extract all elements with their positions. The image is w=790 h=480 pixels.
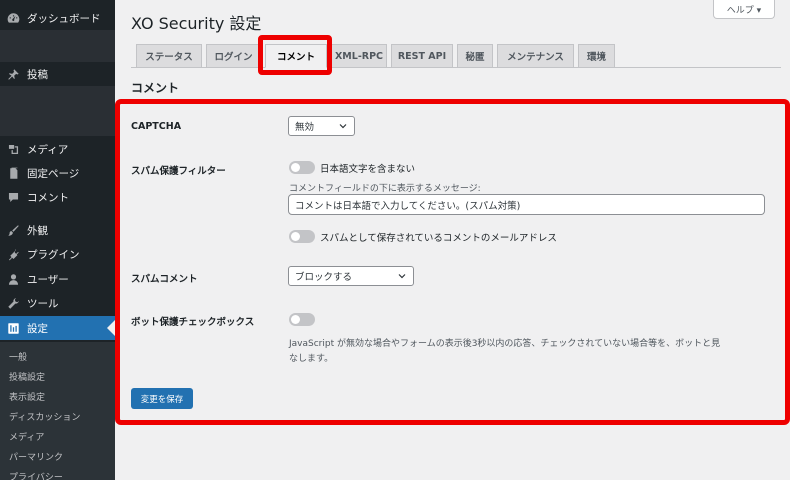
chevron-down-icon xyxy=(398,274,406,279)
bot-description-line2: なします。 xyxy=(289,354,334,364)
sidebar-item-appearance[interactable]: 外観 xyxy=(0,218,115,242)
sidebar-item-pages[interactable]: 固定ページ xyxy=(0,161,115,185)
submenu-media[interactable]: メディア xyxy=(9,430,44,443)
sidebar-item-label: ユーザー xyxy=(27,273,69,286)
sidebar-item-label: プラグイン xyxy=(27,248,80,261)
submenu-discussion[interactable]: ディスカッション xyxy=(9,410,80,423)
media-icon xyxy=(6,142,20,156)
tab-highlight-box xyxy=(258,35,332,75)
settings-submenu: 一般 投稿設定 表示設定 ディスカッション メディア パーマリンク プライバシー xyxy=(0,342,115,480)
settings-panel-highlight xyxy=(115,99,790,425)
message-input[interactable]: コメントは日本語で入力してください。(スパム対策) xyxy=(288,194,765,215)
spam-comment-label: スパムコメント xyxy=(131,274,198,285)
spam-email-toggle[interactable] xyxy=(289,230,315,243)
bot-protection-label: ボット保護チェックボックス xyxy=(131,317,255,328)
sidebar-item-media[interactable]: メディア xyxy=(0,137,115,161)
no-japanese-toggle[interactable] xyxy=(289,161,315,174)
tab-secret[interactable]: 秘匿 xyxy=(457,44,493,68)
brush-icon xyxy=(6,223,20,237)
submenu-permalinks[interactable]: パーマリンク xyxy=(9,450,63,463)
dashboard-icon xyxy=(6,11,20,25)
tab-xml-rpc[interactable]: XML-RPC xyxy=(331,44,387,68)
sidebar-item-label: ダッシュボード xyxy=(27,12,101,25)
sidebar-item-tools[interactable]: ツール xyxy=(0,291,115,315)
help-button[interactable]: ヘルプ ▾ xyxy=(713,0,775,19)
submenu-writing[interactable]: 投稿設定 xyxy=(9,370,45,383)
sidebar-item-posts[interactable]: 投稿 xyxy=(0,62,115,86)
sidebar-item-plugins[interactable]: プラグイン xyxy=(0,242,115,266)
submenu-reading[interactable]: 表示設定 xyxy=(9,390,45,403)
tab-environment[interactable]: 環境 xyxy=(578,44,615,68)
spam-comment-select-value: ブロックする xyxy=(295,272,353,283)
message-input-value: コメントは日本語で入力してください。(スパム対策) xyxy=(295,200,521,212)
sidebar-item-label: ツール xyxy=(27,297,59,310)
pin-icon xyxy=(6,67,20,81)
page-icon xyxy=(6,166,20,180)
submenu-general[interactable]: 一般 xyxy=(9,350,27,363)
sidebar-item-label: メディア xyxy=(27,143,69,156)
settings-icon xyxy=(6,321,20,335)
sidebar-item-label: 投稿 xyxy=(27,68,48,81)
submenu-privacy[interactable]: プライバシー xyxy=(9,470,63,480)
captcha-select[interactable]: 無効 xyxy=(288,116,355,136)
bot-protection-toggle[interactable] xyxy=(289,313,315,326)
blurred-menu-area xyxy=(0,86,115,136)
page-title: XO Security 設定 xyxy=(131,14,262,33)
blurred-menu-area xyxy=(0,30,115,62)
message-description: コメントフィールドの下に表示するメッセージ: xyxy=(289,184,481,194)
tab-login[interactable]: ログイン xyxy=(206,44,261,68)
tab-maintenance[interactable]: メンテナンス xyxy=(497,44,574,68)
captcha-label: CAPTCHA xyxy=(131,121,182,132)
save-changes-button[interactable]: 変更を保存 xyxy=(131,388,193,409)
bot-description-line1: JavaScript が無効な場合やフォームの表示後3秒以内の応答、チェックされ… xyxy=(289,339,721,349)
sidebar-item-settings[interactable]: 設定 xyxy=(0,316,115,340)
admin-sidebar: ダッシュボード 投稿 メディア 固定ページ コメント 外観 プラグイン ユーザー… xyxy=(0,0,115,480)
spam-filter-label: スパム保護フィルター xyxy=(131,166,226,177)
sidebar-item-comments[interactable]: コメント xyxy=(0,185,115,209)
tab-rest-api[interactable]: REST API xyxy=(391,44,453,68)
chevron-down-icon xyxy=(339,124,347,129)
user-icon xyxy=(6,272,20,286)
sidebar-item-label: 外観 xyxy=(27,224,48,237)
sidebar-item-dashboard[interactable]: ダッシュボード xyxy=(0,6,115,30)
sidebar-item-label: 固定ページ xyxy=(27,167,80,180)
sidebar-item-label: コメント xyxy=(27,191,69,204)
comment-icon xyxy=(6,190,20,204)
wrench-icon xyxy=(6,296,20,310)
captcha-select-value: 無効 xyxy=(295,122,315,133)
sidebar-item-label: 設定 xyxy=(27,322,48,335)
section-title: コメント xyxy=(131,81,180,95)
tab-status[interactable]: ステータス xyxy=(136,44,202,68)
no-japanese-toggle-label: 日本語文字を含まない xyxy=(320,164,416,175)
spam-comment-select[interactable]: ブロックする xyxy=(288,266,414,286)
spam-email-toggle-label: スパムとして保存されているコメントのメールアドレス xyxy=(320,233,557,244)
sidebar-item-users[interactable]: ユーザー xyxy=(0,267,115,291)
plugin-icon xyxy=(6,247,20,261)
